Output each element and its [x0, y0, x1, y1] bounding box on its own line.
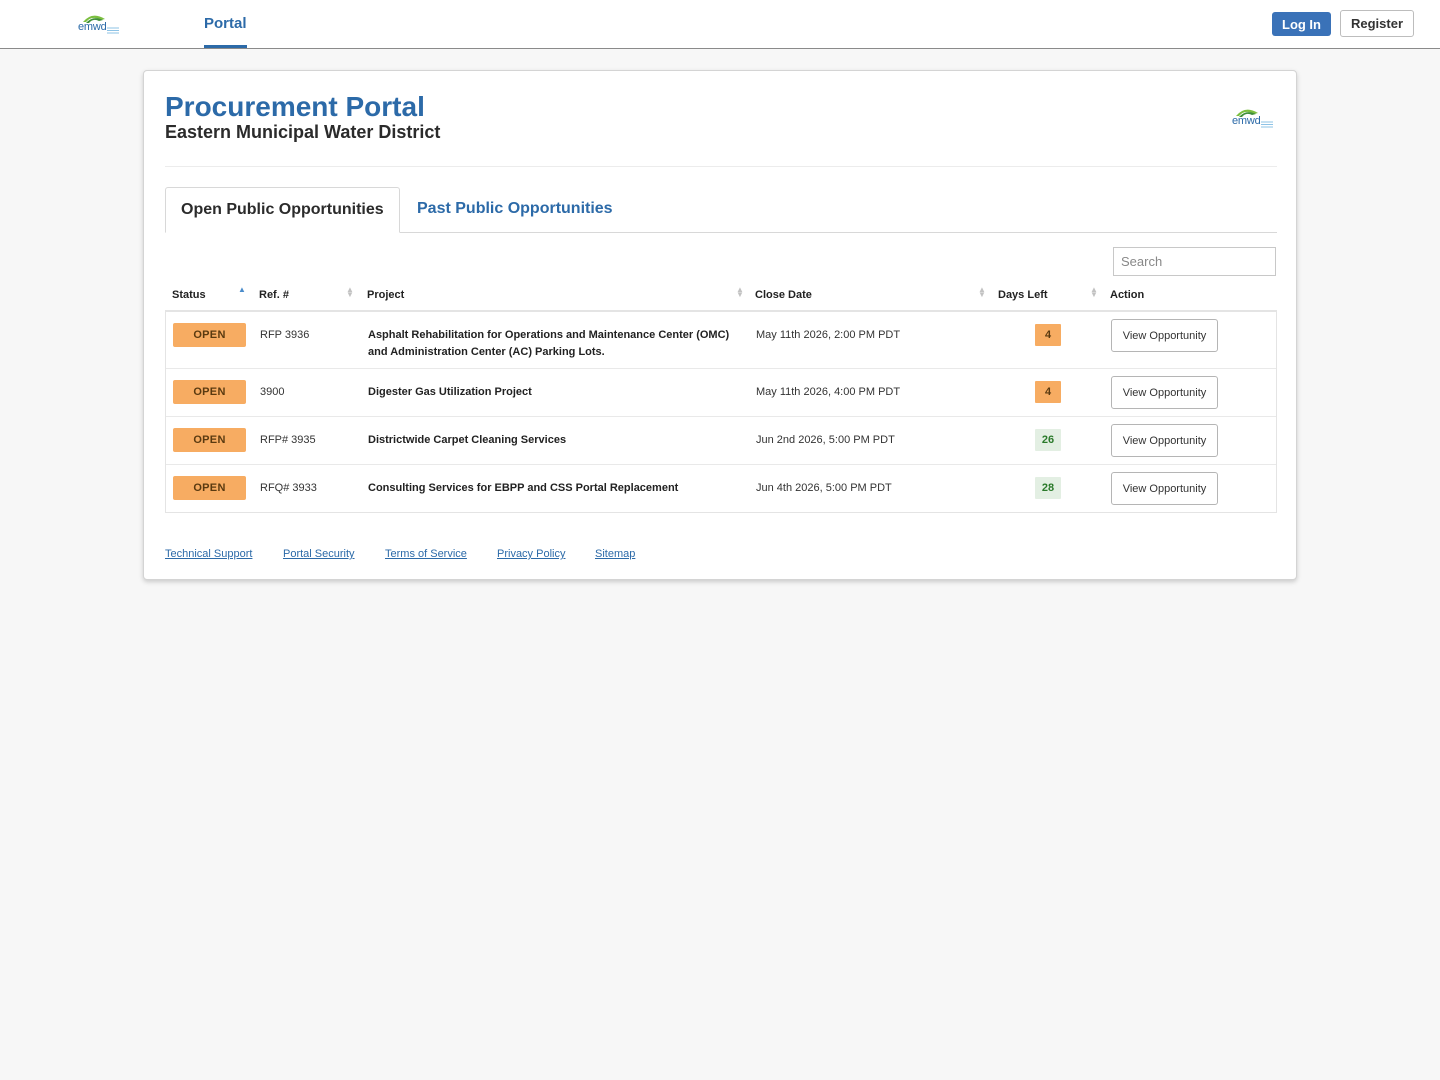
project-name: Asphalt Rehabilitation for Operations an…: [368, 329, 730, 358]
table-header: Status ▲▼ Ref. # ▲▼ Project ▲▼ Close Dat…: [165, 283, 1277, 312]
page-title: Procurement Portal: [165, 91, 425, 122]
project-name: Districtwide Carpet Cleaning Services: [368, 434, 567, 446]
tab-past-opportunities[interactable]: Past Public Opportunities: [417, 187, 613, 233]
ref-number: RFP 3936: [260, 329, 310, 341]
column-header-status[interactable]: Status: [172, 289, 206, 301]
tab-open-opportunities[interactable]: Open Public Opportunities: [165, 187, 400, 233]
project-name: Digester Gas Utilization Project: [368, 386, 532, 398]
footer-link-technical-support[interactable]: Technical Support: [165, 548, 252, 560]
status-badge: OPEN: [173, 476, 246, 500]
status-badge: OPEN: [173, 323, 246, 347]
sort-asc-icon[interactable]: ▲▼: [238, 286, 246, 297]
days-left-badge: 28: [1035, 477, 1061, 499]
status-badge: OPEN: [173, 380, 246, 404]
column-header-close-date[interactable]: Close Date: [755, 289, 812, 301]
column-header-days-left[interactable]: Days Left: [998, 289, 1048, 301]
view-opportunity-button[interactable]: View Opportunity: [1111, 472, 1218, 505]
emwd-logo-link[interactable]: emwd: [77, 11, 121, 35]
close-date: Jun 4th 2026, 5:00 PM PDT: [756, 482, 892, 494]
view-opportunity-button[interactable]: View Opportunity: [1111, 319, 1218, 352]
view-opportunity-button[interactable]: View Opportunity: [1111, 376, 1218, 409]
sort-icon[interactable]: ▲ ▼: [978, 286, 986, 299]
footer-link-portal-security[interactable]: Portal Security: [283, 548, 355, 560]
opportunity-tabs: Open Public Opportunities Past Public Op…: [165, 187, 1277, 233]
view-opportunity-button[interactable]: View Opportunity: [1111, 424, 1218, 457]
status-badge: OPEN: [173, 428, 246, 452]
close-date: May 11th 2026, 2:00 PM PDT: [756, 329, 901, 341]
login-button[interactable]: Log In: [1272, 12, 1331, 36]
ref-number: RFP# 3935: [260, 434, 316, 446]
footer-link-sitemap[interactable]: Sitemap: [595, 548, 635, 560]
ref-number: 3900: [260, 386, 285, 398]
sort-icon[interactable]: ▲ ▼: [736, 286, 744, 299]
project-name: Consulting Services for EBPP and CSS Por…: [368, 482, 679, 494]
main-card: Procurement Portal Eastern Municipal Wat…: [143, 70, 1297, 580]
table-row: OPEN 3900 Digester Gas Utilization Proje…: [166, 368, 1276, 416]
sort-icon[interactable]: ▲ ▼: [1090, 286, 1098, 299]
days-left-badge: 4: [1035, 381, 1061, 403]
column-header-action: Action: [1110, 289, 1145, 301]
nav-tab-portal[interactable]: Portal: [204, 0, 247, 48]
ref-number: RFQ# 3933: [260, 482, 317, 494]
table-body: OPEN RFP 3936 Asphalt Rehabilitation for…: [165, 312, 1277, 513]
table-row: OPEN RFP 3936 Asphalt Rehabilitation for…: [166, 312, 1276, 368]
column-header-project[interactable]: Project: [367, 289, 404, 301]
close-date: May 11th 2026, 4:00 PM PDT: [756, 386, 901, 398]
days-left-badge: 4: [1035, 324, 1061, 346]
logo-wordmark: emwd: [1232, 115, 1261, 127]
page-subtitle: Eastern Municipal Water District: [165, 122, 441, 142]
column-header-ref[interactable]: Ref. #: [259, 289, 289, 301]
opportunities-table: Status ▲▼ Ref. # ▲▼ Project ▲▼ Close Dat…: [165, 283, 1277, 513]
divider: [165, 166, 1277, 167]
top-nav-bar: emwd Portal Log In Register: [0, 0, 1440, 49]
register-button[interactable]: Register: [1340, 10, 1414, 37]
logo-wordmark: emwd: [78, 21, 107, 33]
sort-icon[interactable]: ▲ ▼: [346, 286, 354, 299]
days-left-badge: 26: [1035, 429, 1061, 451]
close-date: Jun 2nd 2026, 5:00 PM PDT: [756, 434, 895, 446]
card-logo: emwd: [1230, 105, 1276, 129]
footer-link-terms-of-service[interactable]: Terms of Service: [385, 548, 467, 560]
table-row: OPEN RFQ# 3933 Consulting Services for E…: [166, 464, 1276, 512]
search-input[interactable]: [1113, 247, 1276, 276]
footer-link-privacy-policy[interactable]: Privacy Policy: [497, 548, 565, 560]
table-row: OPEN RFP# 3935 Districtwide Carpet Clean…: [166, 416, 1276, 464]
